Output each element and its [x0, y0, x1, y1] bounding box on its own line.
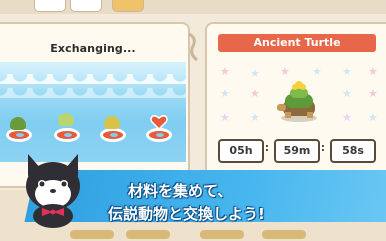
star-icon: ★ — [342, 111, 352, 124]
star-icon: ★ — [250, 111, 260, 124]
star-icon: ★ — [342, 65, 352, 78]
float-ring — [100, 128, 126, 142]
timer-colon: : — [264, 141, 270, 154]
star-icon: ★ — [250, 87, 260, 100]
star-icon: ★ — [368, 111, 378, 124]
top-tab-active[interactable] — [112, 0, 144, 12]
top-tab[interactable] — [34, 0, 66, 12]
timer-colon: : — [320, 141, 326, 154]
top-tab[interactable] — [70, 0, 102, 12]
bottom-button[interactable] — [70, 230, 114, 239]
cat-mascot-icon — [26, 154, 80, 228]
wave — [0, 88, 186, 98]
star-icon: ★ — [312, 65, 322, 78]
bottom-button[interactable] — [200, 230, 244, 239]
star-icon: ★ — [220, 87, 230, 100]
star-icon: ★ — [368, 65, 378, 78]
timer-minutes: 59m — [274, 139, 320, 163]
float-ring — [146, 128, 172, 142]
star-icon: ★ — [220, 111, 230, 124]
plant-creature-icon[interactable] — [58, 113, 74, 126]
promo-line-2: 伝説動物と交換しよう! — [108, 205, 265, 223]
star-icon: ★ — [220, 65, 230, 78]
timer-hours: 05h — [218, 139, 264, 163]
exchange-timer: 05h : 59m : 58s — [218, 139, 378, 163]
star-icon: ★ — [280, 65, 290, 78]
star-icon: ★ — [342, 87, 352, 100]
panel-connector-icon — [188, 32, 198, 62]
reward-title-banner: Ancient Turtle — [212, 34, 382, 52]
float-ring — [6, 128, 32, 142]
bottom-button[interactable] — [262, 230, 306, 239]
star-icon: ★ — [250, 67, 260, 80]
sea-scene — [0, 62, 186, 162]
bottom-button[interactable] — [126, 230, 170, 239]
flower-creature-icon[interactable] — [104, 116, 120, 129]
ancient-turtle-icon[interactable] — [273, 78, 325, 126]
heart-icon[interactable] — [150, 114, 168, 130]
timer-seconds: 58s — [330, 139, 376, 163]
promo-line-1: 材料を集めて、 — [128, 182, 233, 200]
float-ring — [54, 128, 80, 142]
exchange-title: Exchanging... — [50, 42, 136, 55]
star-icon: ★ — [368, 87, 378, 100]
bottom-toolbar — [0, 228, 386, 241]
top-bar — [0, 0, 386, 14]
wave — [0, 74, 186, 84]
turtle-creature-icon[interactable] — [10, 117, 26, 130]
